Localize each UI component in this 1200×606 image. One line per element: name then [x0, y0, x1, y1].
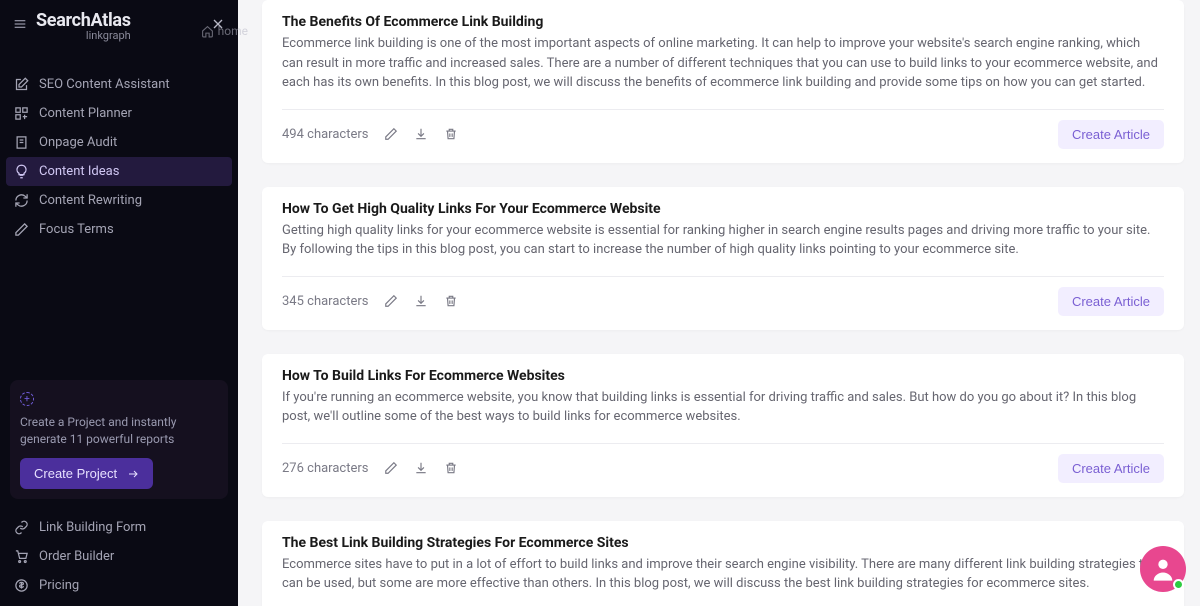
support-avatar[interactable]	[1140, 546, 1186, 592]
avatar-icon	[1149, 555, 1177, 583]
card-footer: 494 characters Create Article	[282, 120, 1164, 149]
status-online-dot	[1173, 579, 1184, 590]
sidebar-item-label: SEO Content Assistant	[39, 77, 170, 92]
card-title: The Benefits Of Ecommerce Link Building	[282, 14, 1164, 30]
trash-icon[interactable]	[444, 461, 458, 475]
home-icon	[201, 25, 214, 38]
edit-icon	[14, 77, 29, 92]
idea-card: The Best Link Building Strategies For Ec…	[262, 521, 1184, 606]
sidebar-item-label: Onpage Audit	[39, 135, 117, 150]
lightbulb-icon	[14, 164, 29, 179]
grid-icon	[14, 106, 29, 121]
sidebar-item-onpage-audit[interactable]: Onpage Audit	[0, 128, 238, 157]
card-footer: 276 characters Create Article	[282, 454, 1164, 483]
audit-icon	[14, 135, 29, 150]
sidebar-item-link-building-form[interactable]: Link Building Form	[0, 513, 238, 542]
trash-icon[interactable]	[444, 127, 458, 141]
download-icon[interactable]	[414, 461, 428, 475]
dollar-icon	[14, 578, 29, 593]
main-content: The Benefits Of Ecommerce Link Building …	[238, 0, 1200, 606]
edit-icon[interactable]	[384, 294, 398, 308]
sidebar-item-label: Content Rewriting	[39, 193, 142, 208]
sidebar-item-label: Content Planner	[39, 106, 132, 121]
idea-card: The Benefits Of Ecommerce Link Building …	[262, 0, 1184, 163]
card-footer: 345 characters Create Article	[282, 287, 1164, 316]
divider	[282, 109, 1164, 110]
pencil-icon	[14, 222, 29, 237]
card-body: Getting high quality links for your ecom…	[282, 221, 1164, 260]
char-count: 276 characters	[282, 461, 368, 476]
card-body: If you're running an ecommerce website, …	[282, 388, 1164, 427]
download-icon[interactable]	[414, 294, 428, 308]
arrow-right-icon	[127, 468, 139, 480]
sidebar-item-label: Focus Terms	[39, 222, 114, 237]
create-article-button[interactable]: Create Article	[1058, 287, 1164, 316]
sidebar-item-label: Order Builder	[39, 549, 114, 564]
create-project-button[interactable]: Create Project	[20, 458, 153, 489]
link-icon	[14, 520, 29, 535]
divider	[282, 276, 1164, 277]
sidebar-item-content-planner[interactable]: Content Planner	[0, 99, 238, 128]
promo-text: Create a Project and instantly generate …	[20, 414, 218, 448]
sidebar-item-pricing[interactable]: Pricing	[0, 571, 238, 600]
sidebar-item-label: Link Building Form	[39, 520, 146, 535]
sidebar-header: SearchAtlas linkgraph home	[0, 0, 238, 42]
char-count: 494 characters	[282, 127, 368, 142]
download-icon[interactable]	[414, 127, 428, 141]
create-article-button[interactable]: Create Article	[1058, 454, 1164, 483]
refresh-icon	[14, 193, 29, 208]
sidebar-item-seo-content-assistant[interactable]: SEO Content Assistant	[0, 70, 238, 99]
sidebar-item-label: Pricing	[39, 578, 79, 593]
breadcrumb-home: home	[218, 24, 248, 38]
edit-icon[interactable]	[384, 127, 398, 141]
idea-card: How To Build Links For Ecommerce Website…	[262, 354, 1184, 497]
edit-icon[interactable]	[384, 461, 398, 475]
sidebar-nav: SEO Content Assistant Content Planner On…	[0, 70, 238, 244]
divider	[282, 443, 1164, 444]
char-count: 345 characters	[282, 294, 368, 309]
sidebar-item-content-rewriting[interactable]: Content Rewriting	[0, 186, 238, 215]
create-article-button[interactable]: Create Article	[1058, 120, 1164, 149]
card-title: The Best Link Building Strategies For Ec…	[282, 535, 1164, 551]
create-project-label: Create Project	[34, 466, 117, 481]
plus-icon: +	[20, 392, 34, 406]
sidebar-item-order-builder[interactable]: Order Builder	[0, 542, 238, 571]
sidebar-promo: + Create a Project and instantly generat…	[10, 380, 228, 499]
card-title: How To Get High Quality Links For Your E…	[282, 201, 1164, 217]
card-body: Ecommerce link building is one of the mo…	[282, 34, 1164, 93]
card-body: Ecommerce sites have to put in a lot of …	[282, 555, 1164, 594]
brand-subtitle: linkgraph	[36, 29, 131, 42]
sidebar-item-focus-terms[interactable]: Focus Terms	[0, 215, 238, 244]
sidebar-item-label: Content Ideas	[39, 164, 119, 179]
sidebar: SearchAtlas linkgraph home SEO Content A…	[0, 0, 238, 606]
trash-icon[interactable]	[444, 294, 458, 308]
breadcrumb[interactable]: home	[201, 24, 248, 38]
card-title: How To Build Links For Ecommerce Website…	[282, 368, 1164, 384]
sidebar-bottom-nav: Link Building Form Order Builder Pricing	[0, 509, 238, 606]
brand-name: SearchAtlas	[36, 10, 131, 31]
cart-icon	[14, 549, 29, 564]
idea-card: How To Get High Quality Links For Your E…	[262, 187, 1184, 330]
menu-icon[interactable]	[12, 16, 28, 36]
sidebar-item-content-ideas[interactable]: Content Ideas	[6, 157, 232, 186]
